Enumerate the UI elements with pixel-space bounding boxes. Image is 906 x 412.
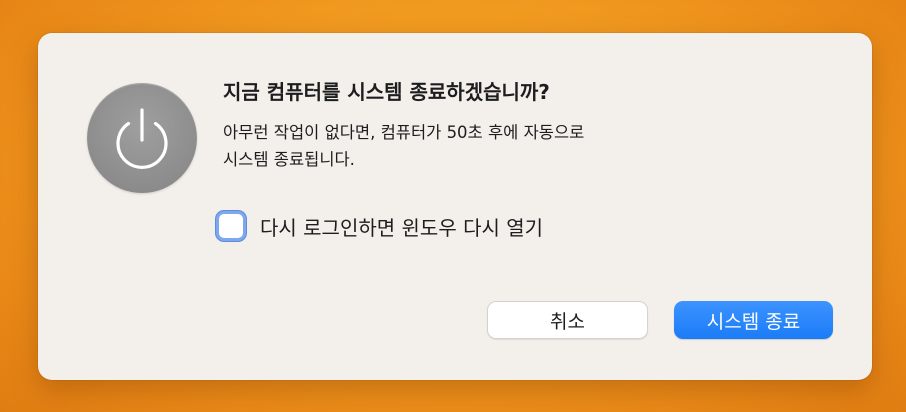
shutdown-button[interactable]: 시스템 종료: [674, 301, 833, 339]
dialog-message: 아무런 작업이 없다면, 컴퓨터가 50초 후에 자동으로 시스템 종료됩니다.: [223, 119, 723, 173]
reopen-windows-label[interactable]: 다시 로그인하면 윈도우 다시 열기: [260, 212, 543, 241]
message-line-2: 시스템 종료됩니다.: [223, 150, 355, 169]
shutdown-dialog: 지금 컴퓨터를 시스템 종료하겠습니까? 아무런 작업이 없다면, 컴퓨터가 5…: [38, 33, 872, 380]
power-icon: [87, 83, 197, 193]
cancel-button[interactable]: 취소: [487, 301, 648, 339]
dialog-title: 지금 컴퓨터를 시스템 종료하겠습니까?: [223, 80, 550, 104]
message-line-1: 아무런 작업이 없다면, 컴퓨터가 50초 후에 자동으로: [223, 123, 585, 142]
reopen-windows-option[interactable]: 다시 로그인하면 윈도우 다시 열기: [216, 209, 543, 243]
reopen-windows-checkbox[interactable]: [216, 211, 246, 241]
